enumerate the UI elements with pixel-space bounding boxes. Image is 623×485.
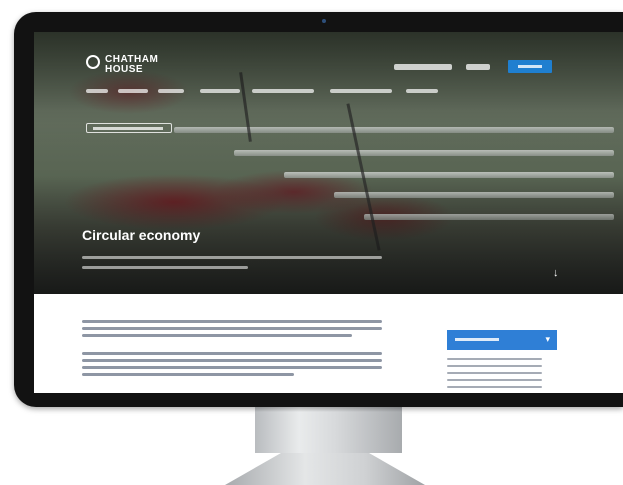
topic-filter-label-blurred xyxy=(93,127,163,130)
nav-item-blurred[interactable] xyxy=(406,89,438,93)
nav-item-blurred[interactable] xyxy=(200,89,240,93)
monitor-frame: CHATHAM HOUSE Circular economy ↓ ▾ xyxy=(14,12,623,407)
sidebar-cta-button[interactable]: ▾ xyxy=(447,330,557,350)
hero-summary-line-blurred xyxy=(82,266,248,269)
header-link-blurred[interactable] xyxy=(394,64,452,70)
paragraph-line-blurred xyxy=(82,359,382,362)
scroll-down-arrow-icon[interactable]: ↓ xyxy=(553,268,559,279)
page-title: Circular economy xyxy=(82,227,201,243)
header-cta-label-blurred xyxy=(518,65,542,68)
nav-item-blurred[interactable] xyxy=(252,89,314,93)
paragraph-line-blurred xyxy=(82,327,382,330)
paragraph-line-blurred xyxy=(82,352,382,355)
paragraph-line-blurred xyxy=(82,334,352,337)
nav-item-blurred[interactable] xyxy=(330,89,392,93)
site-logo[interactable]: CHATHAM HOUSE xyxy=(86,52,166,82)
sidebar-line-blurred xyxy=(447,365,542,367)
sidebar-line-blurred xyxy=(447,372,542,374)
paragraph-line-blurred xyxy=(82,320,382,323)
sidebar-line-blurred xyxy=(447,358,542,360)
nav-item-blurred[interactable] xyxy=(118,89,148,93)
website-screen: CHATHAM HOUSE Circular economy ↓ ▾ xyxy=(34,32,623,393)
monitor-stand-neck xyxy=(255,407,402,453)
chatham-house-logo-icon xyxy=(86,55,100,69)
monitor-stand-base xyxy=(225,453,425,485)
logo-text-line2: HOUSE xyxy=(105,64,144,75)
sidebar-line-blurred xyxy=(447,386,542,388)
topic-filter-pill[interactable] xyxy=(86,123,172,133)
paragraph-line-blurred xyxy=(82,366,382,369)
nav-item-blurred[interactable] xyxy=(86,89,108,93)
webcam-dot xyxy=(322,19,326,23)
sidebar-cta-label-blurred xyxy=(455,338,499,341)
nav-item-blurred[interactable] xyxy=(158,89,184,93)
chevron-down-icon: ▾ xyxy=(545,334,550,344)
sidebar-line-blurred xyxy=(447,379,542,381)
header-cta-button[interactable] xyxy=(508,60,552,73)
header-search-link-blurred[interactable] xyxy=(466,64,490,70)
hero-summary-line-blurred xyxy=(82,256,382,259)
paragraph-line-blurred xyxy=(82,373,294,376)
